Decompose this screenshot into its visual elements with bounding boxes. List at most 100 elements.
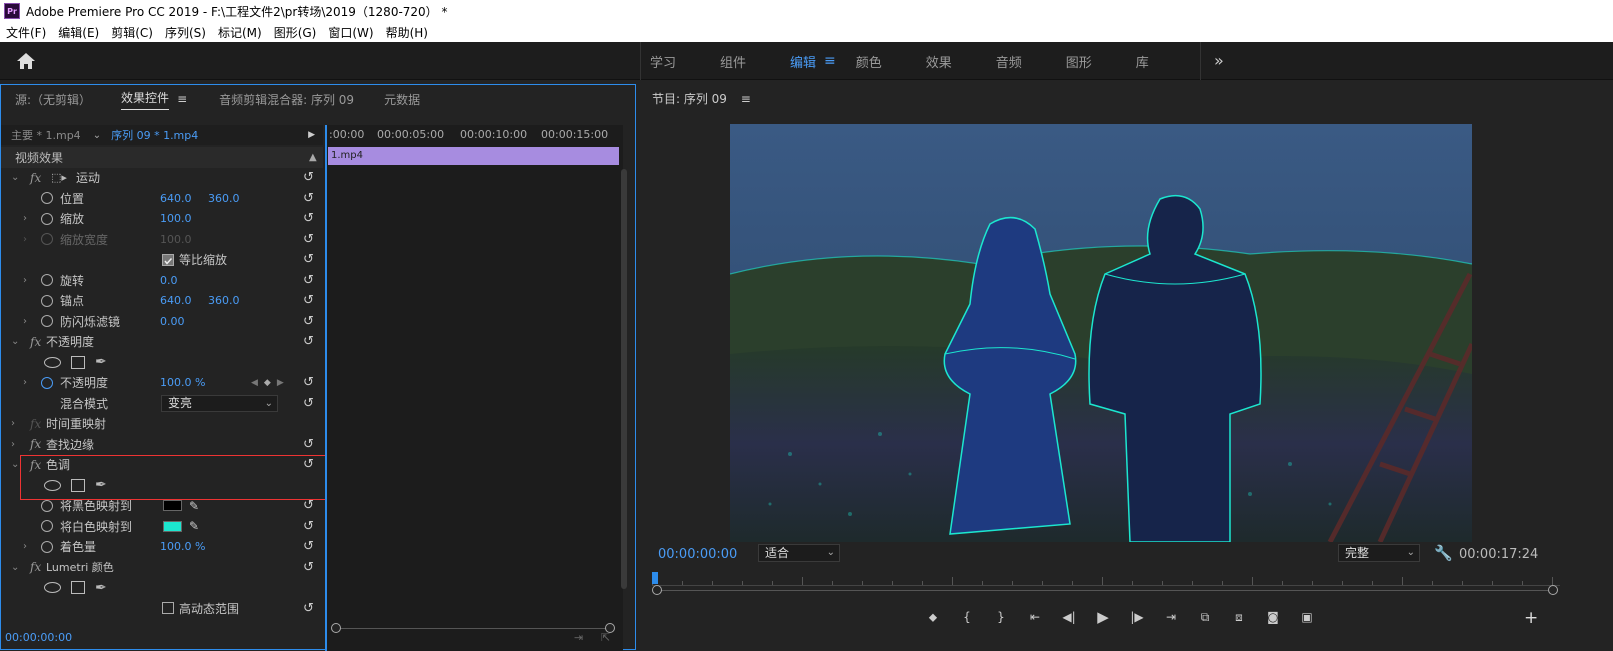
chevron-right-icon[interactable]: › <box>11 439 15 450</box>
tab-metadata[interactable]: 元数据 <box>384 91 420 108</box>
prev-keyframe-icon[interactable]: ◀ <box>251 378 258 388</box>
go-to-in-icon[interactable]: ⇤ <box>1018 610 1052 624</box>
reset-icon[interactable]: ↺ <box>303 601 314 616</box>
workspace-tab-color[interactable]: 颜色 <box>856 52 926 71</box>
reset-icon[interactable]: ↺ <box>303 293 314 308</box>
chevron-down-icon[interactable]: ⌄ <box>11 172 19 183</box>
menu-window[interactable]: 窗口(W) <box>328 24 373 41</box>
workspace-menu-icon[interactable]: ≡ <box>824 53 836 69</box>
fx-icon[interactable]: fx <box>30 437 41 451</box>
reset-icon[interactable]: ↺ <box>303 539 314 554</box>
reset-icon[interactable]: ↺ <box>303 375 314 390</box>
current-time[interactable]: 00:00:00:00 <box>5 631 72 644</box>
reset-icon[interactable]: ↺ <box>303 211 314 226</box>
reset-icon[interactable]: ↺ <box>303 232 314 247</box>
stopwatch-icon[interactable] <box>41 274 53 287</box>
opacity-value[interactable]: 100.0 % <box>160 376 205 389</box>
chevron-down-icon[interactable]: ⌄ <box>93 130 101 141</box>
rotation-value[interactable]: 0.0 <box>160 274 178 287</box>
zoom-handle-left[interactable] <box>652 585 662 595</box>
collapse-up-icon[interactable]: ▲ <box>309 152 317 163</box>
transform-icon[interactable]: ⬚▸ <box>51 171 67 184</box>
position-x-value[interactable]: 640.0 <box>160 192 192 205</box>
effect-motion[interactable]: ⌄ fx ⬚▸ 运动 ↺ <box>1 168 323 189</box>
clip-bar[interactable]: 1.mp4 <box>328 147 619 165</box>
chevron-right-icon[interactable]: › <box>23 541 27 552</box>
reset-icon[interactable]: ↺ <box>303 519 314 534</box>
program-ruler[interactable] <box>652 572 1560 598</box>
position-y-value[interactable]: 360.0 <box>208 192 240 205</box>
add-marker-icon[interactable]: ⬥ <box>916 610 950 625</box>
zoom-handle-right[interactable] <box>1548 585 1558 595</box>
mark-out-icon[interactable]: } <box>984 610 1018 624</box>
stopwatch-icon[interactable] <box>41 212 53 225</box>
timeline-ruler[interactable]: :00:00 00:00:05:00 00:00:10:00 00:00:15:… <box>325 125 623 145</box>
anchor-y-value[interactable]: 360.0 <box>208 294 240 307</box>
program-menu-icon[interactable]: ≡ <box>741 92 751 106</box>
white-color-swatch[interactable] <box>163 520 182 532</box>
step-forward-icon[interactable]: |▶ <box>1120 610 1154 624</box>
master-clip-label[interactable]: 主要 * 1.mp4 <box>11 127 81 143</box>
eyedropper-icon[interactable]: ✎ <box>189 499 199 513</box>
next-keyframe-icon[interactable]: ▶ <box>277 378 284 388</box>
menu-graphics[interactable]: 图形(G) <box>274 24 317 41</box>
chevron-down-icon[interactable]: ⌄ <box>11 459 19 470</box>
vertical-scrollbar[interactable] <box>621 169 627 589</box>
more-workspaces-icon[interactable]: » <box>1214 51 1224 70</box>
effect-controls-menu-icon[interactable]: ≡ <box>177 92 187 106</box>
lift-icon[interactable]: ⧉ <box>1188 610 1222 625</box>
reset-icon[interactable]: ↺ <box>303 437 314 452</box>
reset-icon[interactable]: ↺ <box>303 273 314 288</box>
stopwatch-icon[interactable] <box>41 294 53 307</box>
chevron-right-icon[interactable]: › <box>23 213 27 224</box>
zoom-handle-left[interactable] <box>331 623 341 633</box>
mark-in-icon[interactable]: { <box>950 610 984 624</box>
home-icon[interactable] <box>16 52 38 72</box>
workspace-tab-audio[interactable]: 音频 <box>996 52 1066 71</box>
fx-icon[interactable]: fx <box>30 171 41 185</box>
workspace-tab-learn[interactable]: 学习 <box>650 52 720 71</box>
fx-icon[interactable]: fx <box>30 560 41 574</box>
reset-icon[interactable]: ↺ <box>303 498 314 513</box>
share-icon[interactable]: ⇱ <box>601 631 610 644</box>
program-timecode[interactable]: 00:00:00:00 <box>658 547 737 562</box>
export-frame-icon[interactable]: ⇥ <box>574 631 583 644</box>
effect-opacity[interactable]: ⌄ fx 不透明度 ↺ <box>1 332 323 353</box>
chevron-right-icon[interactable]: › <box>23 316 27 327</box>
ellipse-mask-icon[interactable] <box>44 356 61 368</box>
go-to-out-icon[interactable]: ⇥ <box>1154 610 1188 624</box>
rectangle-mask-icon[interactable] <box>71 581 85 595</box>
fx-icon[interactable]: fx <box>30 417 41 431</box>
ellipse-mask-icon[interactable] <box>44 582 61 594</box>
chevron-right-icon[interactable]: › <box>11 418 15 429</box>
black-color-swatch[interactable] <box>163 500 182 512</box>
comparison-view-icon[interactable]: ▣ <box>1290 610 1324 624</box>
blend-mode-select[interactable]: 变亮 ⌄ <box>161 395 278 412</box>
effect-time-remap[interactable]: › fx 时间重映射 <box>1 414 323 435</box>
reset-icon[interactable]: ↺ <box>303 560 314 575</box>
workspace-tab-assembly[interactable]: 组件 <box>720 52 790 71</box>
stopwatch-icon[interactable] <box>41 376 53 389</box>
chevron-right-icon[interactable]: › <box>23 377 27 388</box>
playhead[interactable] <box>325 125 327 651</box>
fx-icon[interactable]: fx <box>30 335 41 349</box>
video-preview[interactable] <box>730 124 1472 542</box>
menu-markers[interactable]: 标记(M) <box>218 24 262 41</box>
stopwatch-icon[interactable] <box>41 315 53 328</box>
stopwatch-icon[interactable] <box>41 192 53 205</box>
reset-icon[interactable]: ↺ <box>303 191 314 206</box>
add-keyframe-icon[interactable]: ◆ <box>264 378 271 388</box>
chevron-down-icon[interactable]: ⌄ <box>11 336 19 347</box>
pen-mask-icon[interactable]: ✒ <box>95 580 107 596</box>
eyedropper-icon[interactable]: ✎ <box>189 519 199 533</box>
reset-icon[interactable]: ↺ <box>303 334 314 349</box>
hdr-checkbox[interactable] <box>162 602 174 615</box>
camera-icon[interactable]: ◙ <box>1256 610 1290 624</box>
zoom-fit-select[interactable]: 适合 ⌄ <box>758 544 840 562</box>
tab-audio-clip-mixer[interactable]: 音频剪辑混合器: 序列 09 <box>219 91 354 108</box>
effect-lumetri[interactable]: ⌄ fx Lumetri 颜色 ↺ <box>1 557 323 578</box>
pen-mask-icon[interactable]: ✒ <box>95 354 107 370</box>
tab-source[interactable]: 源:（无剪辑） <box>15 91 91 108</box>
reset-icon[interactable]: ↺ <box>303 396 314 411</box>
uniform-scale-checkbox[interactable] <box>162 253 174 266</box>
